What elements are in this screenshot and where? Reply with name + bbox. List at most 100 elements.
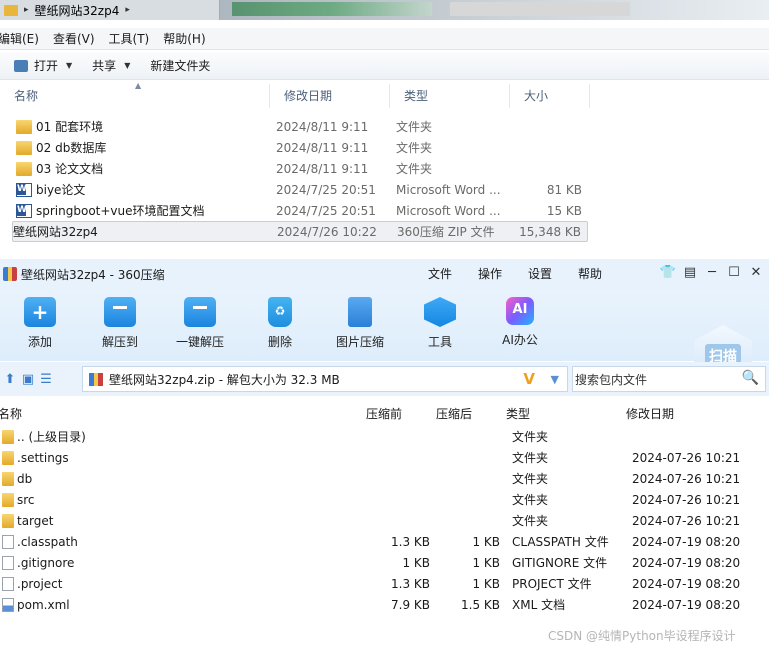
up-arrow-icon[interactable]: ⬆ — [2, 372, 18, 387]
item-date: 2024-07-26 10:21 — [632, 492, 741, 507]
add-button[interactable]: 添加 — [0, 289, 80, 361]
breadcrumb[interactable]: ▸ 壁纸网站32zp4 ▸ — [0, 0, 220, 20]
open-label: 打开 — [34, 59, 59, 73]
item-date: 2024-07-26 10:21 — [632, 471, 741, 486]
menu-view[interactable]: 查看(V) — [53, 30, 95, 47]
item-type: 文件夹 — [512, 472, 549, 486]
column-type[interactable]: 类型 — [506, 405, 530, 422]
skin-icon[interactable]: 👕 — [657, 265, 679, 280]
file-row[interactable]: biye论文 2024/7/25 20:51 Microsoft Word ..… — [12, 179, 588, 200]
chevron-down-icon[interactable]: ▼ — [551, 373, 559, 386]
delete-button[interactable]: 删除 — [240, 289, 320, 361]
item-type: 文件夹 — [512, 430, 549, 444]
list-item[interactable]: .gitignore 1 KB 1 KB GITIGNORE 文件 2024-0… — [0, 552, 769, 573]
list-view-icon[interactable]: ☰ — [38, 372, 54, 387]
item-name: db — [17, 471, 33, 486]
close-icon[interactable]: ✕ — [745, 265, 767, 280]
file-date: 2024/8/11 9:11 — [276, 119, 369, 134]
column-original-size[interactable]: 压缩前 — [366, 405, 402, 422]
folder-icon — [2, 513, 14, 528]
item-name: .project — [17, 576, 63, 591]
item-type: CLASSPATH 文件 — [512, 535, 609, 549]
image-compress-button[interactable]: 图片压缩 — [320, 289, 400, 361]
word-icon — [16, 203, 32, 218]
file-date: 2024/7/25 20:51 — [276, 203, 376, 218]
new-folder-button[interactable]: 新建文件夹 — [150, 57, 210, 74]
column-type[interactable]: 类型 — [390, 84, 510, 108]
file-row-selected[interactable]: 壁纸网站32zp4 2024/7/26 10:22 360压缩 ZIP 文件 1… — [12, 221, 588, 495]
file-name: 壁纸网站32zp4 — [13, 225, 98, 239]
file-type: 文件夹 — [396, 141, 433, 155]
folder-icon — [2, 450, 14, 465]
file-row[interactable]: 02 db数据库 2024/8/11 9:11 文件夹 — [12, 137, 588, 158]
chevron-right-icon[interactable]: ▸ — [24, 5, 29, 15]
list-item[interactable]: target 文件夹 2024-07-26 10:21 — [0, 510, 769, 531]
file-date: 2024/7/26 10:22 — [277, 224, 377, 239]
folder-icon — [2, 429, 14, 444]
new-folder-label: 新建文件夹 — [150, 59, 211, 73]
file-row[interactable]: 03 论文文档 2024/8/11 9:11 文件夹 — [12, 158, 588, 179]
list-item[interactable]: .classpath 1.3 KB 1 KB CLASSPATH 文件 2024… — [0, 531, 769, 552]
xml-icon — [2, 597, 14, 612]
menu-settings[interactable]: 设置 — [528, 265, 552, 282]
file-row[interactable]: springboot+vue环境配置文档 2024/7/25 20:51 Mic… — [12, 200, 588, 221]
title-bar: 壁纸网站32zp4 - 360压缩 文件 操作 设置 帮助 👕 ▤ ─ ☐ ✕ — [0, 259, 769, 289]
menu-file[interactable]: 文件 — [428, 265, 452, 282]
share-button[interactable]: 共享 ▼ — [92, 57, 130, 74]
column-compressed-size[interactable]: 压缩后 — [436, 405, 472, 422]
list-item[interactable]: src 文件夹 2024-07-26 10:21 — [0, 489, 769, 510]
file-name: 03 论文文档 — [36, 162, 104, 176]
feedback-icon[interactable]: ▤ — [679, 265, 701, 280]
menu-tools[interactable]: 工具(T) — [109, 30, 150, 47]
toolbar: 打开 ▼ 共享 ▼ 新建文件夹 — [0, 52, 769, 80]
thumbnail-view-icon[interactable]: ▣ — [20, 372, 36, 387]
item-date: 2024-07-19 08:20 — [632, 534, 741, 549]
file-row[interactable]: 01 配套环境 2024/8/11 9:11 文件夹 — [12, 116, 588, 137]
chevron-right-icon[interactable]: ▸ — [125, 5, 130, 15]
ai-office-button[interactable]: AI办公 — [480, 289, 560, 361]
file-icon — [2, 555, 14, 570]
column-header: ▲ 名称 修改日期 类型 大小 — [0, 81, 590, 108]
vip-icon[interactable]: V — [523, 370, 535, 388]
extract-to-button[interactable]: 解压到 — [80, 289, 160, 361]
item-name: .classpath — [17, 534, 78, 549]
item-original-size: 7.9 KB — [391, 597, 430, 612]
address-bar[interactable]: ▸ 壁纸网站32zp4 ▸ — [0, 0, 769, 20]
tools-button[interactable]: 工具 — [400, 289, 480, 361]
menu-help[interactable]: 帮助(H) — [163, 30, 205, 47]
path-field[interactable]: 壁纸网站32zp4.zip - 解包大小为 32.3 MB V ▼ — [82, 366, 568, 392]
open-button[interactable]: 打开 ▼ — [14, 57, 72, 74]
list-item[interactable]: .. (上级目录) 文件夹 — [0, 426, 769, 447]
column-date[interactable]: 修改日期 — [270, 84, 390, 108]
file-size: 15 KB — [546, 203, 582, 218]
file-date: 2024/7/25 20:51 — [276, 182, 376, 197]
maximize-icon[interactable]: ☐ — [723, 265, 745, 280]
breadcrumb-current[interactable]: 壁纸网站32zp4 — [35, 2, 120, 19]
menu-edit[interactable]: 编辑(E) — [0, 30, 39, 47]
minimize-icon[interactable]: ─ — [701, 265, 723, 280]
one-click-extract-label: 一键解压 — [175, 335, 224, 349]
column-date[interactable]: 修改日期 — [626, 405, 674, 422]
one-click-extract-button[interactable]: 一键解压 — [160, 289, 240, 361]
list-item[interactable]: pom.xml 7.9 KB 1.5 KB XML 文档 2024-07-19 … — [0, 594, 769, 615]
file-icon — [2, 534, 14, 549]
add-label: 添加 — [27, 335, 52, 349]
list-item[interactable]: .project 1.3 KB 1 KB PROJECT 文件 2024-07-… — [0, 573, 769, 594]
search-icon[interactable]: 🔍 — [742, 370, 759, 386]
window-title: 壁纸网站32zp4 - 360压缩 — [21, 267, 165, 282]
background-strip — [232, 2, 432, 16]
column-name[interactable]: 名称 — [0, 405, 22, 422]
column-size[interactable]: 大小 — [510, 84, 590, 108]
zip-file-list: .. (上级目录) 文件夹 .settings 文件夹 2024-07-26 1… — [0, 426, 769, 615]
menu-operate[interactable]: 操作 — [478, 265, 502, 282]
item-original-size: 1.3 KB — [391, 576, 430, 591]
file-name: 01 配套环境 — [36, 120, 104, 134]
file-type: Microsoft Word ... — [396, 182, 501, 197]
menu-help[interactable]: 帮助 — [578, 265, 602, 282]
list-item[interactable]: db 文件夹 2024-07-26 10:21 — [0, 468, 769, 489]
search-input[interactable]: 搜索包内文件 🔍 — [572, 366, 766, 392]
file-icon — [2, 576, 14, 591]
item-name: .gitignore — [17, 555, 75, 570]
file-type: 360压缩 ZIP 文件 — [397, 225, 495, 239]
list-item[interactable]: .settings 文件夹 2024-07-26 10:21 — [0, 447, 769, 468]
